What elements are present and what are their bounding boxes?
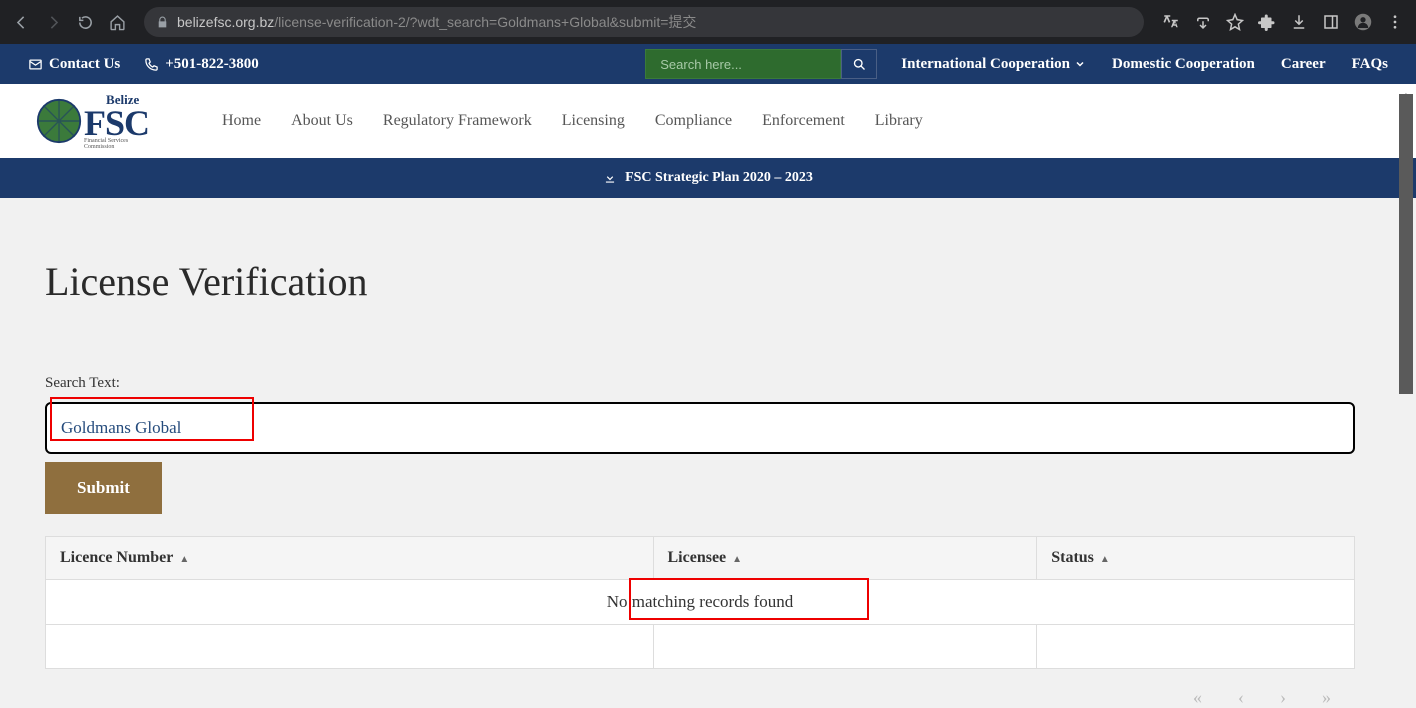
sort-icon: ▲: [732, 554, 742, 565]
main-nav: Belize FSC Financial Services Commission…: [0, 84, 1416, 158]
page-title: License Verification: [45, 258, 1395, 305]
mail-icon: [28, 57, 43, 72]
search-icon: [852, 57, 867, 72]
forward-button[interactable]: [40, 9, 66, 35]
header-search: Search here...: [645, 49, 877, 79]
intl-coop-link[interactable]: International Cooperation: [901, 56, 1086, 73]
nav-about[interactable]: About Us: [291, 112, 353, 130]
chevron-down-icon: [1074, 58, 1086, 70]
faqs-link[interactable]: FAQs: [1352, 56, 1388, 73]
browser-toolbar: belizefsc.org.bz/license-verification-2/…: [0, 0, 1416, 44]
lock-icon: [156, 16, 169, 29]
download-icon[interactable]: [1286, 9, 1312, 35]
download-icon: [603, 171, 617, 185]
nav-compliance[interactable]: Compliance: [655, 112, 732, 130]
share-icon[interactable]: [1190, 9, 1216, 35]
reload-button[interactable]: [72, 9, 98, 35]
page-next[interactable]: ›: [1280, 687, 1286, 708]
nav-links: Home About Us Regulatory Framework Licen…: [222, 112, 923, 130]
panel-icon[interactable]: [1318, 9, 1344, 35]
career-link[interactable]: Career: [1281, 56, 1326, 73]
no-results-row: No matching records found: [46, 580, 1355, 625]
sort-icon: ▲: [179, 554, 189, 565]
sort-icon: ▲: [1100, 554, 1110, 565]
translate-icon[interactable]: [1158, 9, 1184, 35]
contact-label: Contact Us: [49, 56, 120, 73]
col-licensee[interactable]: Licensee▲: [653, 537, 1037, 580]
page-last[interactable]: »: [1322, 687, 1331, 708]
pagination: « ‹ › »: [45, 669, 1355, 708]
announce-banner[interactable]: FSC Strategic Plan 2020 – 2023: [0, 158, 1416, 198]
nav-regulatory[interactable]: Regulatory Framework: [383, 112, 532, 130]
logo-main: FSC: [84, 108, 154, 139]
header-search-button[interactable]: [841, 49, 877, 79]
phone-label: +501-822-3800: [165, 56, 259, 73]
results-table-wrap: Licence Number▲ Licensee▲ Status▲ No mat…: [45, 536, 1355, 708]
domestic-coop-link[interactable]: Domestic Cooperation: [1112, 56, 1255, 73]
logo-sub: Financial Services Commission: [84, 138, 154, 150]
nav-home[interactable]: Home: [222, 112, 261, 130]
search-input[interactable]: [45, 402, 1355, 454]
bookmark-icon[interactable]: [1222, 9, 1248, 35]
table-row: [46, 625, 1355, 669]
url-text: belizefsc.org.bz/license-verification-2/…: [177, 12, 696, 32]
home-button[interactable]: [104, 9, 130, 35]
utility-right: International Cooperation Domestic Coope…: [901, 56, 1388, 73]
profile-icon[interactable]: [1350, 9, 1376, 35]
header-search-input[interactable]: Search here...: [645, 49, 841, 79]
logo-icon: [36, 96, 82, 146]
search-placeholder: Search here...: [660, 57, 742, 72]
page-viewport: Contact Us +501-822-3800 Search here... …: [0, 44, 1416, 708]
scrollbar-thumb[interactable]: [1399, 94, 1413, 394]
menu-icon[interactable]: [1382, 9, 1408, 35]
nav-enforcement[interactable]: Enforcement: [762, 112, 845, 130]
page-first[interactable]: «: [1193, 687, 1202, 708]
intl-coop-label: International Cooperation: [901, 56, 1070, 73]
table-header-row: Licence Number▲ Licensee▲ Status▲: [46, 537, 1355, 580]
page-prev[interactable]: ‹: [1238, 687, 1244, 708]
col-licence-number[interactable]: Licence Number▲: [46, 537, 654, 580]
extensions-icon[interactable]: [1254, 9, 1280, 35]
back-button[interactable]: [8, 9, 34, 35]
submit-button[interactable]: Submit: [45, 462, 162, 514]
site-logo[interactable]: Belize FSC Financial Services Commission: [36, 95, 154, 147]
col-status[interactable]: Status▲: [1037, 537, 1355, 580]
utility-bar: Contact Us +501-822-3800 Search here... …: [0, 44, 1416, 84]
results-table: Licence Number▲ Licensee▲ Status▲ No mat…: [45, 536, 1355, 669]
utility-left: Contact Us +501-822-3800: [28, 56, 259, 73]
search-label: Search Text:: [45, 375, 1395, 392]
page-content: License Verification Search Text: Submit…: [0, 198, 1395, 708]
banner-text: FSC Strategic Plan 2020 – 2023: [625, 170, 813, 186]
address-bar[interactable]: belizefsc.org.bz/license-verification-2/…: [144, 7, 1144, 37]
phone-link[interactable]: +501-822-3800: [144, 56, 259, 73]
nav-licensing[interactable]: Licensing: [562, 112, 625, 130]
nav-library[interactable]: Library: [875, 112, 923, 130]
contact-link[interactable]: Contact Us: [28, 56, 120, 73]
phone-icon: [144, 57, 159, 72]
no-results-text: No matching records found: [607, 592, 793, 611]
